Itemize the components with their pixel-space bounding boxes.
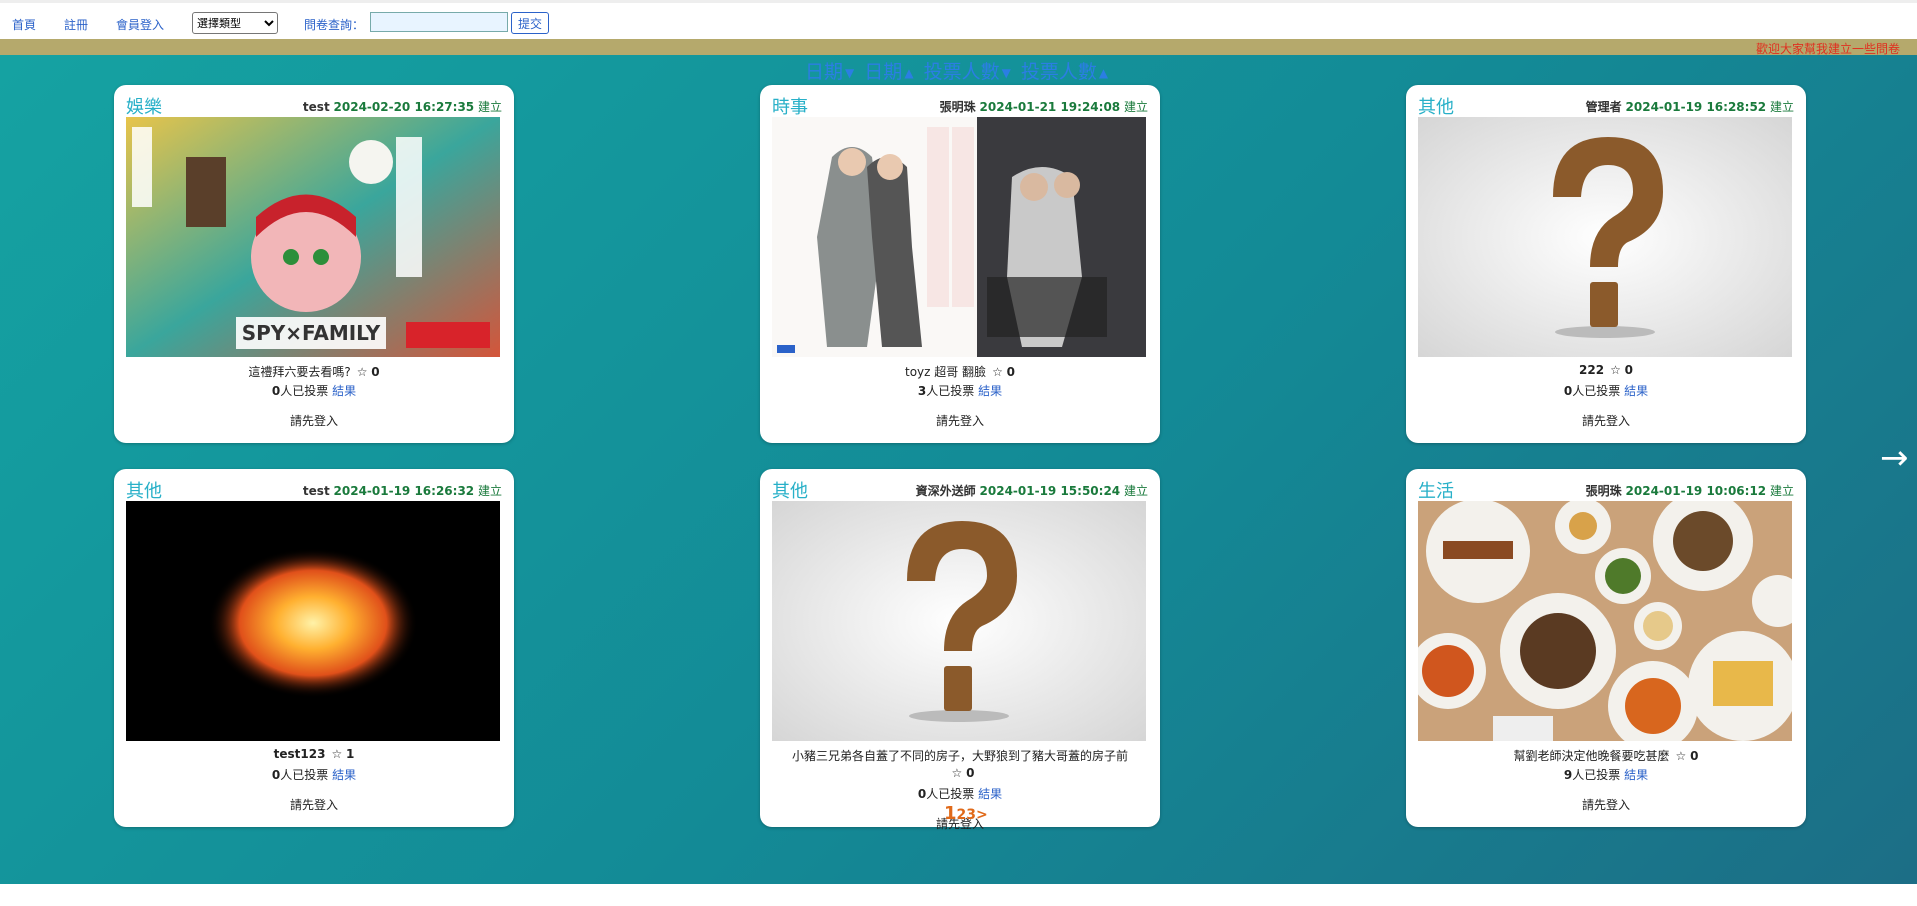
- sort-votes-desc[interactable]: 投票人數 ▼: [924, 61, 1013, 83]
- news-poster-image[interactable]: [772, 117, 1146, 357]
- star-icon[interactable]: ☆ 0: [1676, 749, 1699, 763]
- card-meta: 張明珠 2024-01-19 10:06:12 建立: [1585, 484, 1794, 498]
- login-prompt: 請先登入: [935, 414, 984, 428]
- login-prompt: 請先登入: [1581, 414, 1630, 428]
- next-arrow-icon[interactable]: →: [1880, 438, 1909, 478]
- anime-poster-image[interactable]: SPY×FAMILY: [126, 117, 500, 357]
- star-icon[interactable]: ☆ 0: [992, 365, 1015, 379]
- card-meta: test 2024-02-20 16:27:35 建立: [302, 100, 502, 114]
- star-icon[interactable]: ☆ 0: [952, 766, 975, 780]
- vote-count: 0人已投票 結果: [917, 787, 1003, 801]
- main-content: 日期 ▼ 日期 ▲ 投票人數 ▼ 投票人數 ▲ 娛樂 test 2024-02-20 1…: [0, 55, 1917, 884]
- vote-count: 0人已投票 結果: [271, 768, 357, 782]
- card-category: 時事: [772, 97, 808, 118]
- poll-card[interactable]: 娛樂 test 2024-02-20 16:27:35 建立 SPY×FAMIL…: [114, 85, 514, 443]
- result-link[interactable]: 結果: [332, 768, 356, 782]
- next-page-link[interactable]: >: [976, 807, 988, 823]
- footer-strip: [0, 884, 1917, 906]
- card-title: 小豬三兄弟各自蓋了不同的房子，大野狼到了豬大哥蓋的房子前: [791, 749, 1128, 763]
- question-mark-image[interactable]: [772, 501, 1146, 741]
- announcement-marquee: 歡迎大家幫我建立一些問卷: [0, 39, 1917, 55]
- login-prompt: 請先登入: [289, 414, 338, 428]
- sort-date-asc[interactable]: 日期 ▲: [864, 61, 915, 83]
- sort-votes-asc[interactable]: 投票人數 ▲: [1021, 61, 1110, 83]
- svg-text:SPY×FAMILY: SPY×FAMILY: [242, 321, 381, 345]
- login-prompt: 請先登入: [1581, 798, 1630, 812]
- fireball-image[interactable]: [126, 501, 500, 741]
- result-link[interactable]: 結果: [1624, 768, 1648, 782]
- type-select[interactable]: 選擇類型: [192, 12, 278, 34]
- card-category: 其他: [772, 481, 808, 502]
- vote-count: 0人已投票 結果: [1563, 384, 1649, 398]
- nav-register-link[interactable]: 註冊: [64, 16, 88, 33]
- card-category: 其他: [1418, 97, 1454, 118]
- card-meta: test 2024-01-19 16:26:32 建立: [302, 484, 502, 498]
- card-title: test123 ☆ 1: [273, 747, 355, 761]
- nav-login-link[interactable]: 會員登入: [116, 16, 164, 33]
- card-title: 幫劉老師決定他晚餐要吃甚麼 ☆ 0: [1513, 749, 1699, 763]
- star-row: ☆ 0: [760, 766, 1160, 780]
- sort-up-icon: ▲: [904, 65, 914, 80]
- pagination: 123>: [944, 803, 988, 824]
- poll-card[interactable]: 其他 test 2024-01-19 16:26:32 建立 test123 ☆ …: [114, 469, 514, 827]
- marquee-text: 歡迎大家幫我建立一些問卷: [1756, 42, 1901, 55]
- sort-up-icon: ▲: [1098, 65, 1109, 80]
- poll-card[interactable]: 其他 資深外送師 2024-01-19 15:50:24 建立 小豬三兄弟各自蓋…: [760, 469, 1160, 831]
- card-title: toyz 超哥 翻臉 ☆ 0: [904, 365, 1015, 379]
- result-link[interactable]: 結果: [332, 384, 356, 398]
- card-title: 222 ☆ 0: [1579, 363, 1633, 377]
- vote-count: 9人已投票 結果: [1563, 768, 1649, 782]
- poll-card[interactable]: 生活 張明珠 2024-01-19 10:06:12 建立 幫劉老師決定他晚餐要…: [1406, 469, 1806, 827]
- card-category: 娛樂: [126, 97, 162, 118]
- page-2-link[interactable]: 2: [957, 807, 967, 823]
- card-title: 這禮拜六要去看嗎? ☆ 0: [248, 365, 380, 379]
- card-category: 其他: [126, 481, 162, 502]
- card-meta: 資深外送師 2024-01-19 15:50:24 建立: [915, 484, 1148, 498]
- card-meta: 管理者 2024-01-19 16:28:52 建立: [1585, 100, 1794, 114]
- query-input[interactable]: [370, 12, 508, 32]
- sort-down-icon: ▼: [1001, 65, 1011, 80]
- page-1-link[interactable]: 1: [944, 803, 957, 824]
- card-meta: 張明珠 2024-01-21 19:24:08 建立: [939, 100, 1148, 114]
- page-3-link[interactable]: 3: [966, 807, 976, 823]
- food-platter-image[interactable]: [1418, 501, 1792, 741]
- poll-card[interactable]: 其他 管理者 2024-01-19 16:28:52 建立 222 ☆ 0 0人已…: [1406, 85, 1806, 443]
- submit-button[interactable]: 提交: [511, 12, 549, 34]
- card-category: 生活: [1418, 481, 1454, 502]
- star-icon[interactable]: ☆ 1: [331, 747, 354, 761]
- login-prompt: 請先登入: [289, 798, 338, 812]
- poll-card[interactable]: 時事 張明珠 2024-01-21 19:24:08 建立 toyz 超哥 翻臉…: [760, 85, 1160, 443]
- result-link[interactable]: 結果: [1624, 384, 1648, 398]
- question-mark-image[interactable]: [1418, 117, 1792, 357]
- star-icon[interactable]: ☆ 0: [1610, 363, 1633, 377]
- result-link[interactable]: 結果: [978, 384, 1002, 398]
- top-nav-bar: 首頁 註冊 會員登入 選擇類型 問卷查詢： 提交: [0, 0, 1917, 39]
- query-label: 問卷查詢：: [304, 18, 365, 32]
- sort-down-icon: ▼: [845, 65, 855, 80]
- result-link[interactable]: 結果: [978, 787, 1002, 801]
- sort-date-desc[interactable]: 日期 ▼: [805, 61, 856, 83]
- star-icon[interactable]: ☆ 0: [357, 365, 380, 379]
- nav-home-link[interactable]: 首頁: [12, 16, 36, 33]
- sort-bar: 日期 ▼ 日期 ▲ 投票人數 ▼ 投票人數 ▲: [805, 57, 1112, 84]
- vote-count: 3人已投票 結果: [917, 384, 1003, 398]
- vote-count: 0人已投票 結果: [271, 384, 357, 398]
